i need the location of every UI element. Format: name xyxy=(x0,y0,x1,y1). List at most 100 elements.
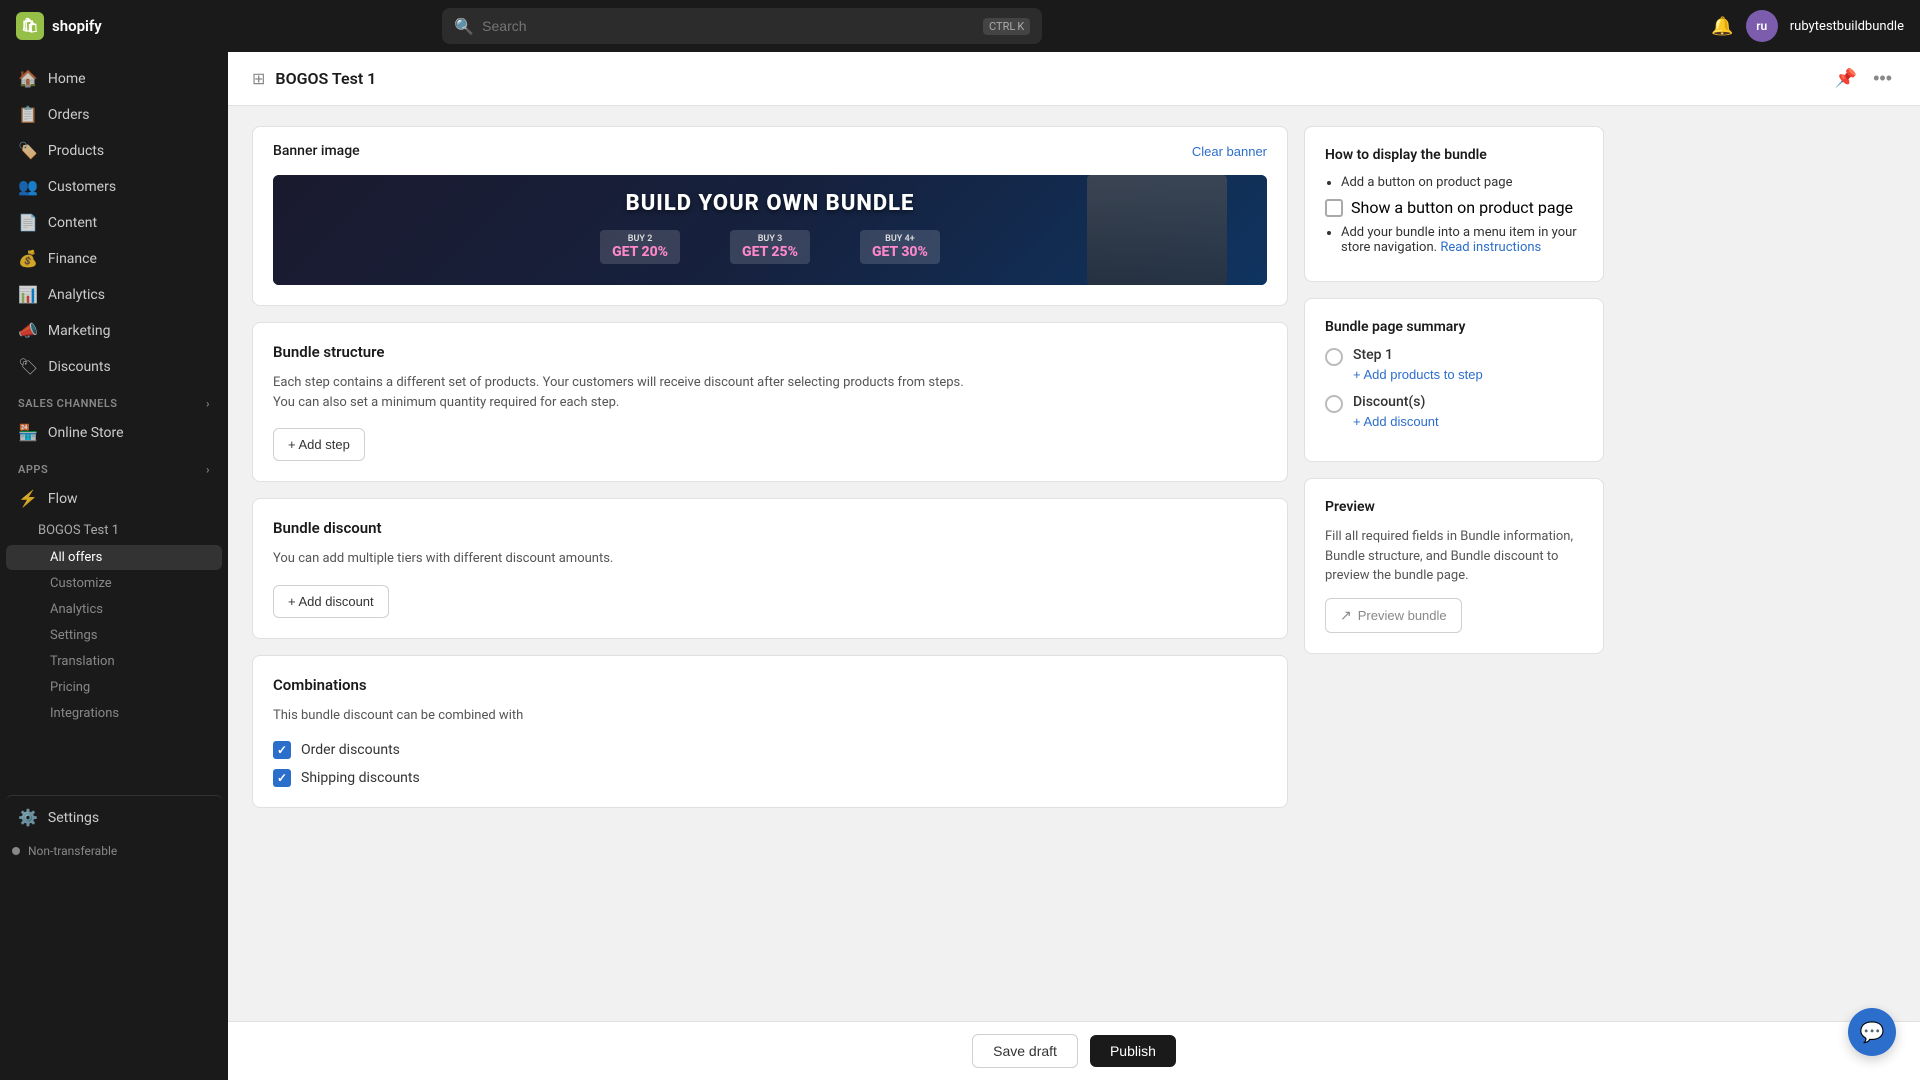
sidebar-item-label: Orders xyxy=(48,107,90,123)
user-name: rubytestbuildbundle xyxy=(1790,19,1904,34)
step1-content: Step 1 + Add products to step xyxy=(1353,347,1483,382)
bell-icon[interactable]: 🔔 xyxy=(1711,16,1733,37)
step1-label: Step 1 xyxy=(1353,347,1483,363)
sidebar-item-bogos-test1[interactable]: BOGOS Test 1 xyxy=(6,517,222,544)
sidebar-item-label: Discounts xyxy=(48,359,110,375)
sidebar-item-label: Online Store xyxy=(48,425,124,441)
shortcut-k: K xyxy=(1017,20,1024,33)
bundle-structure-title: Bundle structure xyxy=(273,343,1267,361)
search-bar[interactable]: 🔍 CTRL K xyxy=(442,8,1042,44)
step1-radio[interactable] xyxy=(1325,348,1343,366)
show-button-checkbox[interactable] xyxy=(1325,199,1343,217)
sidebar-item-content[interactable]: 📄 Content xyxy=(6,205,222,240)
sidebar-item-products[interactable]: 🏷️ Products xyxy=(6,133,222,168)
page-title: BOGOS Test 1 xyxy=(275,69,376,88)
banner-label: Banner image xyxy=(273,143,360,159)
page-header-grid-icon: ⊞ xyxy=(252,69,265,88)
shopify-bag-icon: 🛍 xyxy=(16,12,44,40)
apps-chevron[interactable]: › xyxy=(206,463,210,476)
discounts-row: Discount(s) + Add discount xyxy=(1325,394,1583,429)
flow-icon: ⚡ xyxy=(18,489,38,508)
chat-bubble[interactable]: 💬 xyxy=(1848,1008,1896,1056)
sidebar-item-orders[interactable]: 📋 Orders xyxy=(6,97,222,132)
menu-item-list: Add your bundle into a menu item in your… xyxy=(1325,225,1583,255)
pin-button[interactable]: 📌 xyxy=(1831,64,1861,93)
how-to-display-title: How to display the bundle xyxy=(1325,147,1583,163)
sidebar-item-settings[interactable]: ⚙️ Settings xyxy=(6,795,222,835)
sidebar-item-settings-sub[interactable]: Settings xyxy=(6,623,222,648)
analytics-sub-label: Analytics xyxy=(50,602,103,617)
publish-button[interactable]: Publish xyxy=(1090,1035,1176,1067)
sidebar-item-analytics[interactable]: 📊 Analytics xyxy=(6,277,222,312)
online-store-icon: 🏪 xyxy=(18,423,38,442)
add-step-button[interactable]: + Add step xyxy=(273,428,365,461)
sidebar-item-home[interactable]: 🏠 Home xyxy=(6,61,222,96)
customers-icon: 👥 xyxy=(18,177,38,196)
orders-icon: 📋 xyxy=(18,105,38,124)
banner-tier-2: BUY 3 GET 25% xyxy=(710,224,830,270)
bundle-page-summary-title: Bundle page summary xyxy=(1325,319,1583,335)
sidebar-item-integrations[interactable]: Integrations xyxy=(6,701,222,726)
bundle-structure-desc1: Each step contains a different set of pr… xyxy=(273,373,1267,412)
sidebar-item-analytics-sub[interactable]: Analytics xyxy=(6,597,222,622)
sales-channels-chevron[interactable]: › xyxy=(206,397,210,410)
read-instructions-link[interactable]: Read instructions xyxy=(1440,240,1541,255)
clear-banner-button[interactable]: Clear banner xyxy=(1192,144,1267,159)
add-products-button[interactable]: + Add products to step xyxy=(1353,367,1483,382)
preview-bundle-icon: ↗ xyxy=(1340,607,1352,624)
save-draft-button[interactable]: Save draft xyxy=(972,1034,1078,1068)
discounts-radio[interactable] xyxy=(1325,395,1343,413)
combinations-body: Combinations This bundle discount can be… xyxy=(253,656,1287,808)
order-discounts-checkbox[interactable] xyxy=(273,741,291,759)
main-content: Banner image Clear banner BUILD YOUR OWN… xyxy=(228,106,1920,1021)
apps-section: Apps › xyxy=(0,451,228,480)
settings-icon: ⚙️ xyxy=(18,808,38,827)
content-area: Banner image Clear banner BUILD YOUR OWN… xyxy=(228,106,1628,828)
preview-bundle-button[interactable]: ↗ Preview bundle xyxy=(1325,598,1462,633)
tier-3-discount: GET 30% xyxy=(872,244,928,260)
show-button-row[interactable]: Show a button on product page xyxy=(1325,198,1583,217)
combinations-title: Combinations xyxy=(273,676,1267,694)
sidebar-item-finance[interactable]: 💰 Finance xyxy=(6,241,222,276)
shopify-logo[interactable]: 🛍 shopify xyxy=(16,12,102,40)
sidebar-item-all-offers[interactable]: All offers xyxy=(6,545,222,570)
preview-body: Preview Fill all required fields in Bund… xyxy=(1305,479,1603,653)
order-discounts-row[interactable]: Order discounts xyxy=(273,741,1267,759)
more-button[interactable]: ••• xyxy=(1869,64,1896,93)
sidebar-item-pricing[interactable]: Pricing xyxy=(6,675,222,700)
sidebar-item-label: Flow xyxy=(48,491,78,507)
add-discount-sub-button[interactable]: + Add discount xyxy=(1353,414,1439,429)
sidebar: 🏠 Home 📋 Orders 🏷️ Products 👥 Customers … xyxy=(0,52,228,1080)
banner-text-area: BUILD YOUR OWN BUNDLE BUY 2 GET 20% xyxy=(273,175,1267,285)
add-discount-button[interactable]: + Add discount xyxy=(273,585,389,618)
order-discounts-label: Order discounts xyxy=(301,742,400,758)
sidebar-item-label: Products xyxy=(48,143,104,159)
sidebar-item-marketing[interactable]: 📣 Marketing xyxy=(6,313,222,348)
sidebar-item-discounts[interactable]: 🏷 Discounts xyxy=(6,349,222,384)
bundle-discount-desc: You can add multiple tiers with differen… xyxy=(273,549,1267,569)
bundle-page-summary-body: Bundle page summary Step 1 + Add product… xyxy=(1305,299,1603,461)
non-transferable-badge: Non-transferable xyxy=(0,836,228,866)
preview-title: Preview xyxy=(1325,499,1583,515)
sidebar-item-customers[interactable]: 👥 Customers xyxy=(6,169,222,204)
sidebar-item-online-store[interactable]: 🏪 Online Store xyxy=(6,415,222,450)
preview-bundle-label: Preview bundle xyxy=(1358,608,1447,623)
finance-icon: 💰 xyxy=(18,249,38,268)
shipping-discounts-checkbox[interactable] xyxy=(273,769,291,787)
sidebar-item-flow[interactable]: ⚡ Flow xyxy=(6,481,222,516)
combinations-card: Combinations This bundle discount can be… xyxy=(252,655,1288,809)
search-input[interactable] xyxy=(482,18,975,34)
preview-card: Preview Fill all required fields in Bund… xyxy=(1304,478,1604,654)
sales-channels-section: Sales channels › xyxy=(0,385,228,414)
bundle-structure-card: Bundle structure Each step contains a di… xyxy=(252,322,1288,482)
discounts-label: Discount(s) xyxy=(1353,394,1439,410)
page-header-actions: 📌 ••• xyxy=(1831,64,1896,93)
settings-sub-label: Settings xyxy=(50,628,97,643)
shipping-discounts-row[interactable]: Shipping discounts xyxy=(273,769,1267,787)
shipping-discounts-label: Shipping discounts xyxy=(301,770,420,786)
sidebar-item-customize[interactable]: Customize xyxy=(6,571,222,596)
all-offers-label: All offers xyxy=(50,550,102,565)
nt-dot xyxy=(12,847,20,855)
sidebar-item-translation[interactable]: Translation xyxy=(6,649,222,674)
nav-right: 🔔 ru rubytestbuildbundle xyxy=(1711,10,1904,42)
